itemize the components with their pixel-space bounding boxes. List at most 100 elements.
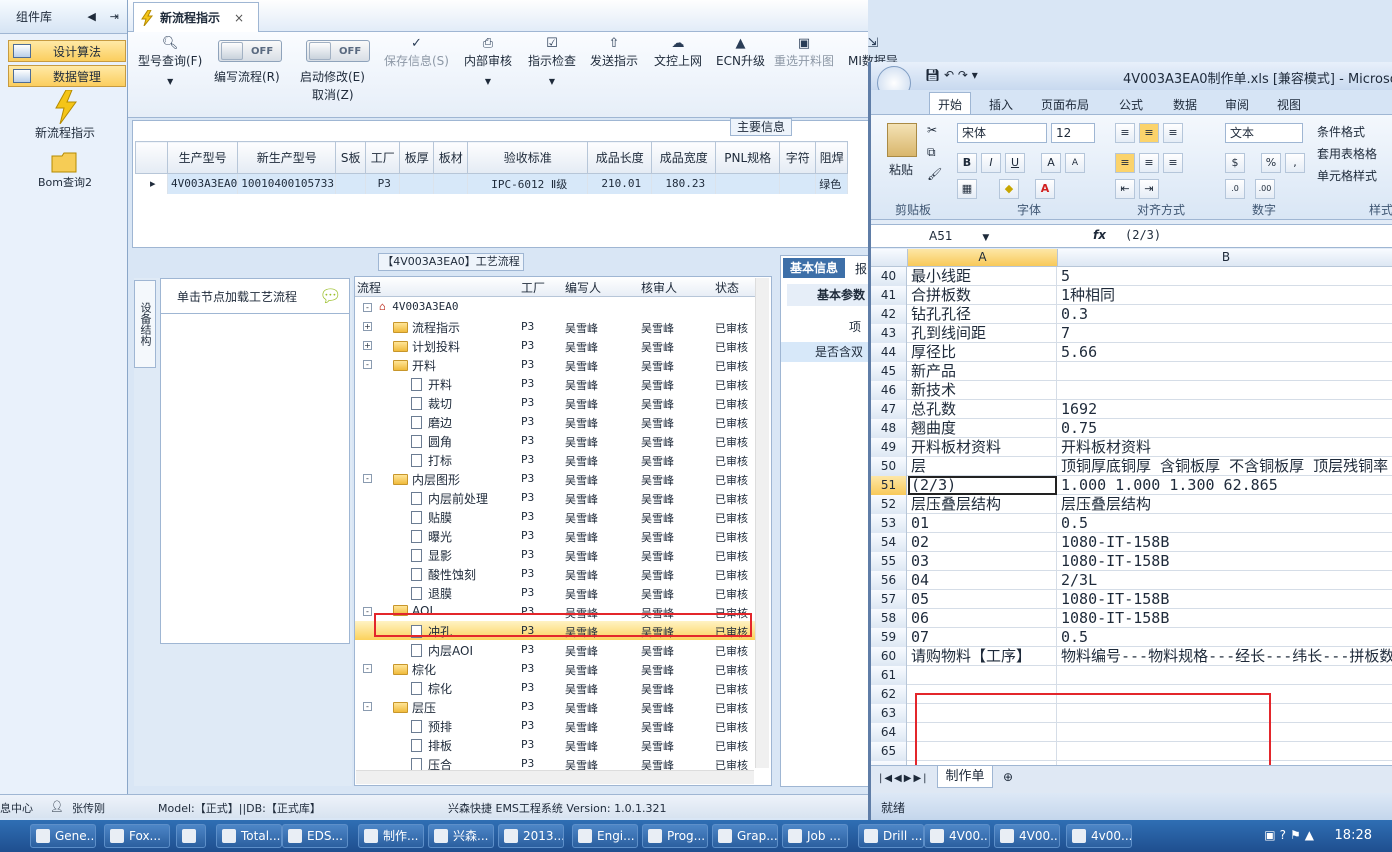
taskbar-button[interactable]: Grap...	[712, 824, 778, 848]
cell-a[interactable]: 03	[908, 552, 1057, 571]
tab-page-layout[interactable]: 页面布局	[1041, 96, 1089, 113]
currency-icon[interactable]: $	[1225, 153, 1245, 173]
cell-a[interactable]: 新技术	[908, 381, 1057, 400]
shrink-font-icon[interactable]: A	[1065, 153, 1085, 173]
grow-font-icon[interactable]: A	[1041, 153, 1061, 173]
align-left-icon[interactable]: ≡	[1115, 153, 1135, 173]
row-number[interactable]: 49	[871, 438, 907, 457]
cell-a[interactable]: 钻孔孔径	[908, 305, 1057, 324]
column-header[interactable]: 成品宽度	[651, 141, 717, 174]
row-number[interactable]: 57	[871, 590, 907, 609]
expand-toggle-icon[interactable]: -	[363, 702, 372, 711]
cell-a[interactable]: 开料板材资料	[908, 438, 1057, 457]
font-size-select[interactable]: 12	[1051, 123, 1095, 143]
row-number[interactable]: 56	[871, 571, 907, 590]
taskbar-button[interactable]: 4v00...	[1066, 824, 1132, 848]
cell-b[interactable]: 1种相同	[1058, 286, 1392, 305]
tab-home[interactable]: 开始	[929, 92, 972, 114]
table-cell[interactable]	[335, 173, 367, 194]
tab-insert[interactable]: 插入	[989, 96, 1013, 113]
cell-b[interactable]: 5.66	[1058, 343, 1392, 362]
tab-basic-info[interactable]: 基本信息	[783, 258, 845, 278]
column-header[interactable]: 状态	[715, 279, 739, 296]
table-cell[interactable]: P3	[365, 173, 401, 194]
table-cell[interactable]: 绿色	[815, 173, 849, 194]
message-center[interactable]: 息中心	[0, 800, 33, 816]
cell-b[interactable]	[1058, 666, 1392, 685]
column-header[interactable]: 核审人	[641, 279, 677, 296]
expand-toggle-icon[interactable]: +	[363, 322, 372, 331]
tab-equipment-structure[interactable]: 设备结构	[134, 280, 156, 368]
fill-color-icon[interactable]: ◆	[999, 179, 1019, 199]
row-number[interactable]: 61	[871, 666, 907, 685]
number-format-select[interactable]: 文本	[1225, 123, 1303, 143]
cut-icon[interactable]: ✂	[927, 123, 937, 137]
tree-node[interactable]: - 层压 P3 吴雪峰 吴雪峰 已审核	[355, 697, 755, 716]
cell-b[interactable]: 0.5	[1058, 628, 1392, 647]
shortcut-new-flow[interactable]: 新流程指示	[10, 90, 120, 141]
start-edit-toggle[interactable]: OFF	[306, 40, 370, 62]
model-query-button[interactable]: 🔍︎ 型号查询(F) ▼	[138, 36, 202, 86]
expand-toggle-icon[interactable]: -	[363, 664, 372, 673]
align-center-icon[interactable]: ≡	[1139, 153, 1159, 173]
column-header[interactable]: 验收标准	[467, 141, 589, 174]
cell-b[interactable]: 物料编号---物料规格---经长---纬长---拼板数	[1058, 647, 1392, 666]
percent-icon[interactable]: %	[1261, 153, 1281, 173]
close-icon[interactable]: ×	[234, 11, 244, 25]
select-all-corner[interactable]	[871, 249, 908, 267]
cell-b[interactable]: 7	[1058, 324, 1392, 343]
row-number[interactable]: 60	[871, 647, 907, 666]
tab-review[interactable]: 审阅	[1225, 96, 1249, 113]
taskbar-button[interactable]: Fox...	[104, 824, 170, 848]
row-number[interactable]: 59	[871, 628, 907, 647]
instruction-check-button[interactable]: ☑ 指示检查 ▼	[528, 36, 576, 86]
tab-data[interactable]: 数据	[1173, 96, 1197, 113]
table-cell[interactable]: 10010400105733	[237, 173, 337, 194]
column-header[interactable]: 流程	[357, 279, 381, 296]
row-number[interactable]: 51	[871, 476, 907, 495]
format-as-table-button[interactable]: 套用表格格	[1317, 145, 1377, 162]
tree-node[interactable]: 内层AOI P3 吴雪峰 吴雪峰 已审核	[355, 640, 755, 659]
cell-a[interactable]: 01	[908, 514, 1057, 533]
taskbar-button[interactable]: Total...	[216, 824, 282, 848]
cell-b[interactable]: 0.75	[1058, 419, 1392, 438]
font-name-select[interactable]: 宋体	[957, 123, 1047, 143]
row-number[interactable]: 42	[871, 305, 907, 324]
row-number[interactable]: 48	[871, 419, 907, 438]
row-number[interactable]: 43	[871, 324, 907, 343]
sheet-tab[interactable]: 制作单	[937, 766, 993, 788]
font-color-icon[interactable]: A	[1035, 179, 1055, 199]
taskbar-button[interactable]: Gene...	[30, 824, 96, 848]
cell-b[interactable]: 1080-IT-158B	[1058, 609, 1392, 628]
underline-icon[interactable]: U	[1005, 153, 1025, 173]
taskbar-button[interactable]: Prog...	[642, 824, 708, 848]
tree-node[interactable]: 磨边 P3 吴雪峰 吴雪峰 已审核	[355, 412, 755, 431]
row-number[interactable]: 53	[871, 514, 907, 533]
tree-node[interactable]: - 棕化 P3 吴雪峰 吴雪峰 已审核	[355, 659, 755, 678]
align-middle-icon[interactable]: ≡	[1139, 123, 1159, 143]
cell-b[interactable]	[1058, 381, 1392, 400]
quick-access-toolbar[interactable]: 💾︎ ↶ ↷ ▾	[925, 68, 978, 82]
row-number[interactable]: 50	[871, 457, 907, 476]
cell-a[interactable]: 07	[908, 628, 1057, 647]
menu-data-management[interactable]: 数据管理	[8, 65, 126, 87]
cell-b[interactable]: 顶铜厚底铜厚 含铜板厚 不含铜板厚 顶层残铜率	[1058, 457, 1392, 476]
column-header[interactable]: 工厂	[365, 141, 401, 174]
tree-node[interactable]: 酸性蚀刻 P3 吴雪峰 吴雪峰 已审核	[355, 564, 755, 583]
tree-node[interactable]: 裁切 P3 吴雪峰 吴雪峰 已审核	[355, 393, 755, 412]
table-row[interactable]: ▸ 4V003A3EA0 10010400105733 P3 IPC-6012 …	[135, 173, 849, 194]
clipboard-icon[interactable]	[887, 123, 917, 157]
tree-node[interactable]: 退膜 P3 吴雪峰 吴雪峰 已审核	[355, 583, 755, 602]
cell-b[interactable]: 0.5	[1058, 514, 1392, 533]
column-header[interactable]: 板材	[433, 141, 469, 174]
cell-a[interactable]: 02	[908, 533, 1057, 552]
cell-a[interactable]: 层	[908, 457, 1057, 476]
tree-node[interactable]: 内层前处理 P3 吴雪峰 吴雪峰 已审核	[355, 488, 755, 507]
taskbar-button[interactable]: EDS...	[282, 824, 348, 848]
shortcut-bom-query[interactable]: Bom查询2	[10, 150, 120, 190]
tab-view[interactable]: 视图	[1277, 96, 1301, 113]
table-row[interactable]: 是否含双	[781, 342, 871, 362]
new-sheet-icon[interactable]: ⊕	[1003, 770, 1013, 784]
row-number[interactable]: 41	[871, 286, 907, 305]
row-number[interactable]: 45	[871, 362, 907, 381]
